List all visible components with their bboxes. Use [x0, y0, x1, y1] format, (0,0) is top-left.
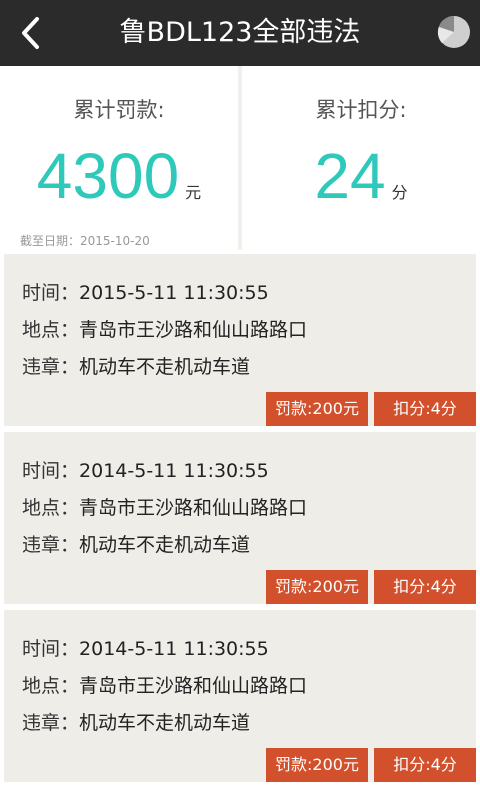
- total-points-value: 24: [314, 140, 386, 212]
- violation-item[interactable]: 时间：2014-5-11 11:30:55 地点：青岛市王沙路和仙山路路口 违章…: [4, 432, 476, 604]
- violation-offense-row: 违章：机动车不走机动车道: [22, 708, 250, 738]
- violation-list: 时间：2015-5-11 11:30:55 地点：青岛市王沙路和仙山路路口 违章…: [0, 250, 480, 800]
- violation-offense-row: 违章：机动车不走机动车道: [22, 352, 250, 382]
- total-fine-unit: 元: [185, 183, 202, 202]
- violation-offense: 机动车不走机动车道: [79, 534, 251, 556]
- place-label: 地点：: [22, 497, 80, 519]
- violation-place: 青岛市王沙路和仙山路路口: [79, 675, 308, 697]
- violation-time-row: 时间：2014-5-11 11:30:55: [22, 456, 269, 486]
- offense-label: 违章：: [22, 534, 80, 556]
- total-fine-card: 累计罚款: 4300 元 截至日期：2015-10-20: [0, 66, 238, 250]
- place-label: 地点：: [22, 319, 80, 341]
- violation-offense: 机动车不走机动车道: [79, 356, 251, 378]
- offense-label: 违章：: [22, 712, 80, 734]
- stats-button[interactable]: [436, 14, 472, 50]
- time-label: 时间：: [22, 282, 80, 304]
- fine-badge: 罚款:200元: [266, 392, 368, 426]
- violation-time: 2014-5-11 11:30:55: [79, 638, 269, 660]
- app-header: 鲁BDL123全部违法: [0, 0, 480, 66]
- chevron-left-icon: [22, 17, 39, 49]
- total-points-unit: 分: [391, 183, 408, 202]
- points-badge: 扣分:4分: [374, 392, 476, 426]
- as-of-date: 截至日期：2015-10-20: [20, 234, 150, 248]
- violation-place-row: 地点：青岛市王沙路和仙山路路口: [22, 315, 307, 345]
- violation-time: 2014-5-11 11:30:55: [79, 460, 269, 482]
- total-points-label: 累计扣分:: [315, 98, 407, 122]
- violation-place-row: 地点：青岛市王沙路和仙山路路口: [22, 671, 307, 701]
- total-points-card: 累计扣分: 24 分: [242, 66, 480, 250]
- summary-panel: 累计罚款: 4300 元 截至日期：2015-10-20 累计扣分: 24 分: [0, 66, 480, 250]
- total-fine-label: 累计罚款:: [73, 98, 165, 122]
- violation-offense-row: 违章：机动车不走机动车道: [22, 530, 250, 560]
- fine-badge: 罚款:200元: [266, 748, 368, 782]
- page-title: 鲁BDL123全部违法: [119, 17, 361, 48]
- violation-place: 青岛市王沙路和仙山路路口: [79, 497, 308, 519]
- violation-time-row: 时间：2014-5-11 11:30:55: [22, 634, 269, 664]
- violation-time-row: 时间：2015-5-11 11:30:55: [22, 278, 269, 308]
- total-fine-row: 4300 元: [0, 138, 238, 214]
- violation-time: 2015-5-11 11:30:55: [79, 282, 269, 304]
- violation-item[interactable]: 时间：2015-5-11 11:30:55 地点：青岛市王沙路和仙山路路口 违章…: [4, 254, 476, 426]
- violation-item[interactable]: 时间：2014-5-11 11:30:55 地点：青岛市王沙路和仙山路路口 违章…: [4, 610, 476, 782]
- violation-offense: 机动车不走机动车道: [79, 712, 251, 734]
- total-fine-value: 4300: [36, 140, 180, 212]
- time-label: 时间：: [22, 638, 80, 660]
- back-button[interactable]: [0, 0, 60, 66]
- points-badge: 扣分:4分: [374, 570, 476, 604]
- points-badge: 扣分:4分: [374, 748, 476, 782]
- violation-place: 青岛市王沙路和仙山路路口: [79, 319, 308, 341]
- violation-place-row: 地点：青岛市王沙路和仙山路路口: [22, 493, 307, 523]
- pie-chart-icon: [437, 16, 470, 48]
- total-points-row: 24 分: [242, 138, 480, 214]
- fine-badge: 罚款:200元: [266, 570, 368, 604]
- place-label: 地点：: [22, 675, 80, 697]
- offense-label: 违章：: [22, 356, 80, 378]
- time-label: 时间：: [22, 460, 80, 482]
